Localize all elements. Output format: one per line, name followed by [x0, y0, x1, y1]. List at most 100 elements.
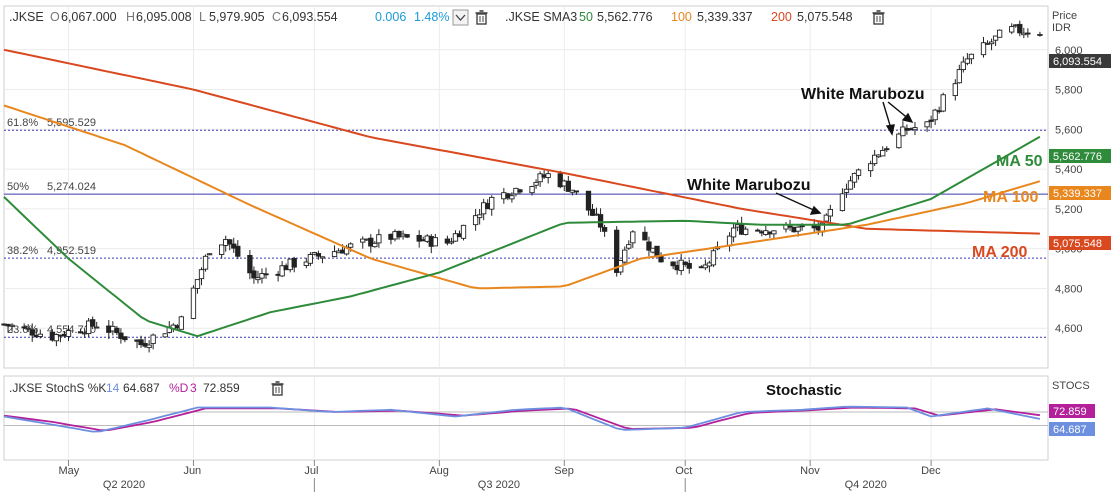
candle-body	[968, 53, 975, 60]
candle-body	[460, 224, 467, 239]
quarter-label: Q2 2020	[103, 479, 145, 491]
sma-value-50: 5,562.776	[597, 10, 653, 24]
candle-body	[227, 239, 233, 245]
candle-body	[630, 231, 636, 244]
candle-body	[952, 83, 958, 97]
fibonacci-value-label: 5,274.024	[47, 181, 96, 193]
header-symbol: .JKSE	[9, 10, 44, 24]
sma-header: .JKSE SMA3 50 5,562.776 100 5,339.337 20…	[505, 10, 853, 24]
candle-body	[988, 41, 995, 45]
header-dropdown[interactable]	[452, 9, 469, 26]
candle-body	[795, 226, 801, 232]
candle-body	[743, 228, 749, 235]
candle-body	[839, 193, 846, 212]
candle-body	[202, 255, 209, 270]
fibonacci-value-label: 4,952.519	[47, 245, 96, 257]
header-change: 0.006	[375, 10, 406, 24]
stock-chart[interactable]: 8050 61.8%5,595.52950%5,274.02438.2%4,95…	[0, 0, 1116, 492]
stoch-k-period: 14	[106, 381, 120, 395]
candle-body	[448, 241, 455, 244]
candle-body	[597, 214, 604, 228]
candle-body	[964, 58, 971, 64]
candle-body	[65, 330, 72, 337]
candle-body	[880, 149, 886, 157]
candle-body	[114, 327, 120, 334]
candle-body	[545, 173, 551, 178]
candle-body	[533, 181, 539, 186]
stoch-axis-title: STOCS	[1052, 380, 1090, 392]
sma-label: .JKSE SMA3	[505, 10, 577, 24]
candle-body	[476, 214, 483, 219]
candle-body	[489, 196, 495, 210]
annotation-marubozu-2: White Marubozu	[687, 177, 811, 194]
sma-period-100: 100	[671, 10, 692, 24]
candle-body	[529, 186, 535, 194]
candle-body	[867, 163, 874, 172]
candle-body	[29, 329, 35, 336]
sma-value-200: 5,075.548	[797, 10, 853, 24]
candle-body	[730, 227, 737, 238]
quarter-label: Q4 2020	[845, 479, 887, 491]
annotation-ma50: MA 50	[996, 153, 1043, 170]
annotation-ma100: MA 100	[983, 189, 1039, 206]
header-dropdown-box[interactable]	[452, 9, 469, 26]
candle-body	[206, 253, 213, 256]
annotation-stochastic: Stochastic	[766, 382, 842, 399]
candle-body	[928, 119, 934, 122]
candle-body	[235, 245, 241, 257]
stoch-k-value: 64.687	[123, 381, 160, 395]
annotation-marubozu-1: White Marubozu	[801, 86, 925, 103]
annotation-ma200: MA 200	[972, 244, 1028, 261]
price-tick-label: 4,600	[1055, 323, 1083, 335]
candle-body	[1009, 26, 1015, 33]
candle-body	[146, 344, 152, 349]
month-label: May	[58, 465, 79, 477]
month-label: Jul	[304, 465, 318, 477]
month-label: Oct	[675, 465, 692, 477]
candle-body	[251, 270, 257, 279]
header-close: 6,093.554	[282, 10, 338, 24]
fibonacci-percent-label: 38.2%	[7, 245, 38, 257]
fibonacci-percent-label: 61.8%	[7, 117, 38, 129]
candle-body	[517, 189, 523, 193]
candle-body	[996, 29, 1003, 38]
sma-period-200: 200	[771, 10, 792, 24]
month-label: Jun	[183, 465, 201, 477]
candle-body	[307, 254, 313, 264]
sma-period-50: 50	[579, 10, 593, 24]
candle-body	[94, 326, 100, 329]
stoch-d-period: 3	[190, 381, 197, 395]
candle-body	[855, 169, 862, 176]
candle-body	[247, 255, 253, 274]
candle-body	[622, 249, 628, 263]
candle-body	[884, 148, 890, 151]
candle-body	[686, 263, 692, 269]
candle-body	[376, 234, 382, 244]
candle-body	[573, 190, 580, 193]
price-tick-label: 4,800	[1055, 283, 1083, 295]
candle-body	[827, 208, 833, 217]
candle-body	[1037, 33, 1043, 36]
ma100-badge-text: 5,339.337	[1053, 188, 1102, 200]
candle-body	[432, 237, 438, 247]
candle-body	[348, 243, 354, 248]
header-change-pct: 1.48%	[414, 10, 449, 24]
stoch-d-label: %D	[169, 381, 189, 395]
candle-body	[25, 327, 31, 330]
month-label: Aug	[429, 465, 449, 477]
sma-value-100: 5,339.337	[697, 10, 753, 24]
candle-body	[601, 227, 608, 232]
header-low: 5,979.905	[209, 10, 265, 24]
header-high: 6,095.008	[136, 10, 192, 24]
price-tick-label: 5,800	[1055, 85, 1083, 97]
header-open-label: O	[50, 10, 60, 24]
candle-body	[404, 234, 410, 238]
candle-body	[1025, 32, 1031, 35]
candle-body	[219, 244, 225, 255]
candle-body	[37, 333, 43, 337]
candle-body	[319, 256, 326, 259]
stoch-k-badge-text: 64.687	[1053, 424, 1087, 436]
month-label: Sep	[554, 465, 574, 477]
stoch-d-badge-text: 72.859	[1053, 406, 1087, 418]
candle-body	[178, 316, 185, 330]
